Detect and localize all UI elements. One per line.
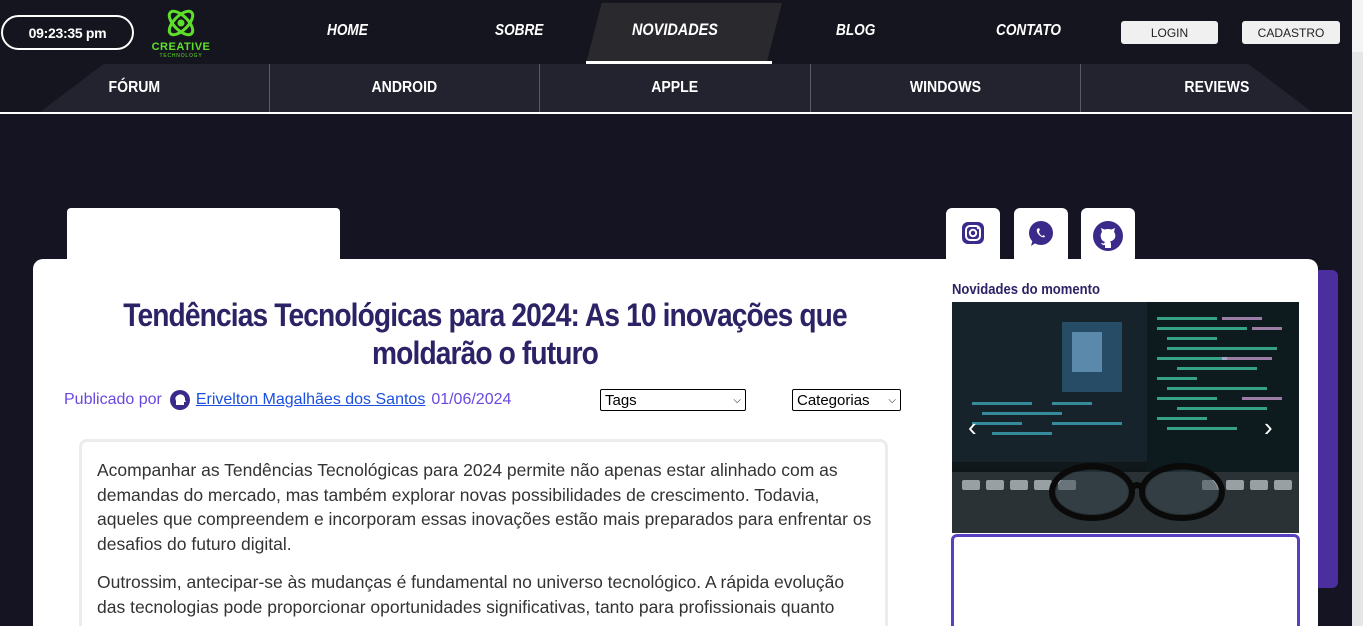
signup-button[interactable]: CADASTRO: [1242, 21, 1340, 44]
nav-home[interactable]: HOME: [327, 22, 368, 40]
site-logo[interactable]: CREATIVE TECHNOLOGY: [148, 4, 214, 62]
chevron-down-icon: ⌵: [733, 394, 741, 406]
whatsapp-icon: [1029, 221, 1053, 246]
subnav-windows-label: WINDOWS: [909, 79, 982, 96]
subnav-android-label: ANDROID: [371, 79, 438, 96]
github-button[interactable]: [1081, 208, 1135, 264]
tags-select-value: Tags: [605, 391, 637, 409]
author-link[interactable]: Erivelton Magalhães dos Santos: [196, 391, 425, 409]
subnav-forum[interactable]: FÓRUM: [0, 64, 269, 112]
categories-select[interactable]: Categorias ⌵: [792, 389, 901, 411]
nav-novidades[interactable]: NOVIDADES: [632, 20, 718, 40]
clock: 09:23:35 pm: [1, 15, 134, 50]
carousel-prev-button[interactable]: ‹: [968, 412, 977, 443]
article-date: 01/06/2024: [431, 391, 512, 408]
sidebar-title: Novidades do momento: [952, 282, 1100, 298]
chevron-down-icon: ⌵: [888, 394, 896, 406]
instagram-icon: [962, 222, 984, 244]
subnav-reviews-label: REVIEWS: [1184, 79, 1249, 96]
nav-blog[interactable]: BLOG: [836, 22, 875, 40]
subnav-reviews[interactable]: REVIEWS: [1081, 64, 1352, 112]
subnav-bottom-border: [0, 112, 1352, 114]
article-paragraph: Outrossim, antecipar-se às mudanças é fu…: [97, 572, 845, 617]
news-carousel[interactable]: [952, 302, 1299, 533]
categories-select-value: Categorias: [797, 391, 870, 409]
scrollbar-track[interactable]: [1352, 0, 1363, 626]
nav-contato[interactable]: CONTATO: [996, 22, 1061, 40]
article-paragraph: Acompanhar as Tendências Tecnológicas pa…: [97, 460, 872, 554]
article-meta: Publicado por Erivelton Magalhães dos Sa…: [64, 390, 511, 410]
logo-title: CREATIVE: [151, 41, 211, 53]
logo-subtitle: TECHNOLOGY: [159, 53, 203, 59]
github-icon: [1093, 221, 1123, 251]
published-by-label: Publicado por: [64, 391, 162, 408]
instagram-button[interactable]: [946, 208, 1000, 264]
subnav-forum-label: FÓRUM: [108, 79, 161, 96]
atom-logo-icon: [167, 9, 195, 37]
tags-select[interactable]: Tags ⌵: [600, 389, 746, 411]
scrollbar-thumb[interactable]: [1352, 0, 1363, 52]
carousel-image: [952, 302, 1299, 533]
article-title: Tendências Tecnológicas para 2024: As 10…: [123, 297, 847, 371]
author-avatar-icon: [169, 390, 190, 410]
login-button[interactable]: LOGIN: [1121, 21, 1218, 44]
whatsapp-button[interactable]: [1014, 208, 1068, 264]
subnav-android[interactable]: ANDROID: [270, 64, 539, 112]
subnav-apple[interactable]: APPLE: [540, 64, 810, 112]
nav-sobre[interactable]: SOBRE: [495, 22, 543, 40]
subnav-windows[interactable]: WINDOWS: [811, 64, 1080, 112]
subnav-apple-label: APPLE: [651, 79, 699, 96]
carousel-next-button[interactable]: ›: [1264, 412, 1273, 443]
news-card[interactable]: [951, 534, 1300, 626]
